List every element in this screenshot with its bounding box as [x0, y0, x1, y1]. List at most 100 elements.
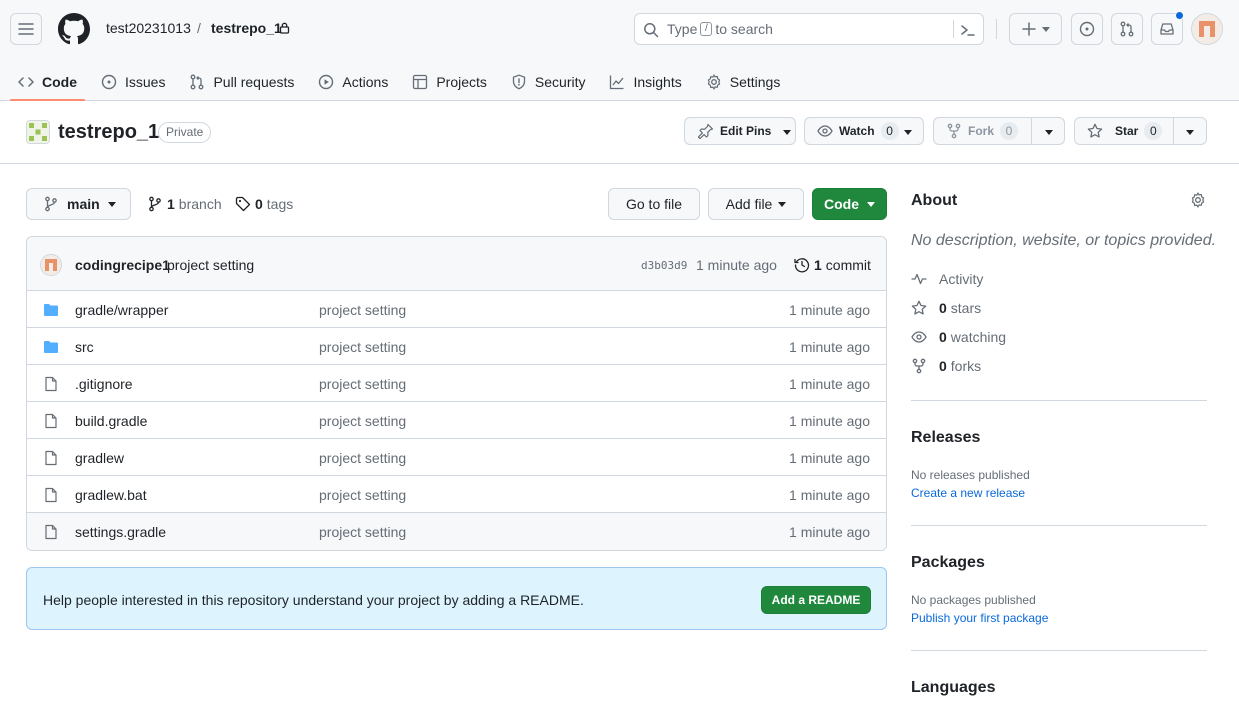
packages-heading[interactable]: Packages — [911, 554, 985, 572]
branches-link[interactable]: 1 branch — [147, 196, 222, 212]
tab-issues[interactable]: Issues — [93, 62, 173, 101]
watch-button[interactable]: Watch 0 — [804, 117, 924, 145]
tab-security[interactable]: Security — [503, 62, 594, 101]
file-row[interactable]: gradle/wrapper project setting 1 minute … — [27, 291, 886, 328]
history-icon — [794, 258, 810, 273]
tab-pull-requests[interactable]: Pull requests — [181, 62, 302, 101]
branch-name: main — [67, 196, 100, 212]
add-file-label: Add file — [725, 196, 773, 212]
create-release-link[interactable]: Create a new release — [911, 486, 1025, 500]
packages-empty-text: No packages published — [911, 593, 1036, 607]
file-commit-message[interactable]: project setting — [319, 450, 406, 466]
file-commit-message[interactable]: project setting — [319, 413, 406, 429]
star-icon — [1087, 123, 1103, 138]
identicon-avatar-icon — [41, 255, 61, 275]
commit-message[interactable]: project setting — [167, 257, 254, 273]
search-input[interactable]: Type / to search — [634, 13, 984, 45]
repo-name[interactable]: testrepo_1 — [58, 121, 159, 144]
languages-heading: Languages — [911, 679, 996, 696]
star-button[interactable]: Star 0 — [1074, 117, 1207, 145]
watch-count: 0 — [880, 122, 899, 140]
user-avatar[interactable] — [1191, 13, 1223, 45]
code-button[interactable]: Code — [812, 188, 887, 220]
code-button-label: Code — [824, 196, 859, 212]
file-row[interactable]: settings.gradle project setting 1 minute… — [27, 513, 886, 550]
fork-label: Fork — [968, 124, 995, 138]
stars-link[interactable]: 0 stars — [911, 300, 981, 316]
tab-insights[interactable]: Insights — [601, 62, 689, 101]
file-name[interactable]: gradlew — [75, 450, 124, 466]
file-name[interactable]: gradle/wrapper — [75, 302, 168, 318]
add-readme-button[interactable]: Add a README — [761, 586, 871, 614]
gear-icon[interactable] — [1190, 192, 1206, 208]
your-pull-requests-button[interactable] — [1111, 13, 1143, 45]
tab-label: Insights — [633, 73, 682, 90]
activity-link[interactable]: Activity — [911, 271, 983, 287]
file-name[interactable]: build.gradle — [75, 413, 147, 429]
menu-button[interactable] — [10, 13, 42, 45]
stars-count: 0 — [939, 300, 947, 316]
tab-projects[interactable]: Projects — [404, 62, 495, 101]
fork-split-divider — [1031, 118, 1032, 144]
star-count: 0 — [1144, 122, 1163, 140]
caret-down-icon — [1041, 26, 1050, 32]
readme-prompt-message: Help people interested in this repositor… — [43, 592, 584, 608]
file-name[interactable]: src — [75, 339, 94, 355]
add-file-button[interactable]: Add file — [708, 188, 804, 220]
breadcrumb-owner[interactable]: test20231013 — [106, 20, 191, 36]
pull-request-icon — [191, 74, 204, 89]
file-commit-message[interactable]: project setting — [319, 376, 406, 392]
eye-icon — [817, 125, 833, 137]
edit-pins-label: Edit Pins — [720, 124, 772, 138]
file-name[interactable]: .gitignore — [75, 376, 133, 392]
tab-code[interactable]: Code — [10, 62, 85, 101]
your-issues-button[interactable] — [1071, 13, 1103, 45]
file-commit-time: 1 minute ago — [789, 302, 870, 318]
star-label: Star — [1115, 124, 1139, 138]
file-name[interactable]: gradlew.bat — [75, 487, 147, 503]
publish-package-link[interactable]: Publish your first package — [911, 611, 1048, 625]
commit-sha[interactable]: d3b03d9 — [641, 259, 687, 272]
commit-author[interactable]: codingrecipe1 — [75, 257, 170, 273]
file-commit-message[interactable]: project setting — [319, 302, 406, 318]
fork-button[interactable]: Fork 0 — [933, 117, 1065, 145]
file-row[interactable]: src project setting 1 minute ago — [27, 328, 886, 365]
file-row[interactable]: gradlew project setting 1 minute ago — [27, 439, 886, 476]
commit-history-link[interactable]: 1 commit — [794, 257, 871, 273]
forks-link[interactable]: 0 forks — [911, 358, 981, 374]
go-to-file-button[interactable]: Go to file — [608, 188, 700, 220]
tab-actions[interactable]: Actions — [310, 62, 396, 101]
inbox-icon — [1160, 23, 1174, 35]
identicon-avatar-icon — [1192, 14, 1222, 44]
branch-selector[interactable]: main — [26, 188, 131, 220]
commit-author-avatar[interactable] — [40, 254, 62, 276]
readme-prompt: Help people interested in this repositor… — [26, 567, 887, 630]
file-commit-time: 1 minute ago — [789, 339, 870, 355]
create-new-button[interactable] — [1009, 13, 1062, 45]
caret-down-icon[interactable] — [1045, 130, 1053, 135]
search-shortcut-key: / — [700, 22, 713, 36]
caret-down-icon[interactable] — [1186, 130, 1194, 135]
about-heading: About — [911, 192, 958, 209]
about-description: No description, website, or topics provi… — [911, 232, 1217, 249]
caret-down-icon — [783, 130, 791, 135]
file-row[interactable]: build.gradle project setting 1 minute ag… — [27, 402, 886, 439]
file-name[interactable]: settings.gradle — [75, 524, 166, 540]
repo-nav-tabs: Code Issues Pull requests Actions Projec… — [10, 62, 796, 101]
edit-pins-button[interactable]: Edit Pins — [684, 117, 796, 145]
tab-settings[interactable]: Settings — [698, 62, 789, 101]
watchers-link[interactable]: 0 watching — [911, 329, 1006, 345]
file-row[interactable]: gradlew.bat project setting 1 minute ago — [27, 476, 886, 513]
file-commit-message[interactable]: project setting — [319, 487, 406, 503]
tab-label: Security — [534, 73, 586, 90]
tags-link[interactable]: 0 tags — [235, 196, 293, 212]
file-commit-message[interactable]: project setting — [319, 339, 406, 355]
file-row[interactable]: .gitignore project setting 1 minute ago — [27, 365, 886, 402]
caret-down-icon — [904, 130, 912, 135]
latest-commit-bar: codingrecipe1 project setting d3b03d9 1 … — [27, 237, 886, 291]
breadcrumb-repo[interactable]: testrepo_1 — [211, 20, 282, 36]
github-logo-icon[interactable] — [58, 13, 90, 45]
file-commit-message[interactable]: project setting — [319, 524, 406, 540]
command-palette-icon[interactable] — [960, 22, 976, 38]
releases-heading[interactable]: Releases — [911, 429, 980, 447]
